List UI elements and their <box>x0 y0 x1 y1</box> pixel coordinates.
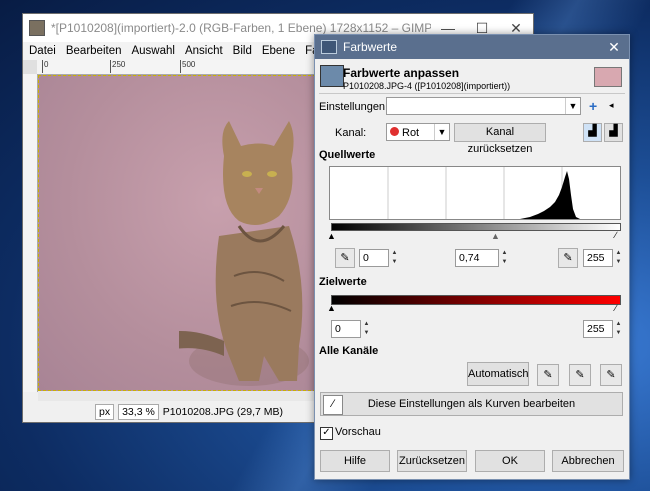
image-canvas[interactable] <box>38 75 336 391</box>
settings-label: Einstellungen: <box>319 101 389 113</box>
file-info: P1010208.JPG (29,7 MB) <box>162 406 284 418</box>
auto-button[interactable]: Automatisch <box>467 362 529 386</box>
chevron-down-icon: ▼ <box>565 98 580 114</box>
linear-histogram-icon[interactable]: ▟ <box>583 123 602 142</box>
gray-eyedropper-icon[interactable]: ✎ <box>569 364 591 386</box>
dialog-title-bar[interactable]: Farbwerte ✕ <box>315 35 629 59</box>
target-low-input[interactable]: 0 <box>331 320 361 338</box>
source-high-input[interactable]: 255 <box>583 249 613 267</box>
dialog-title: Farbwerte <box>343 40 398 54</box>
cancel-button[interactable]: Abbrechen <box>552 450 624 472</box>
ruler-tick-label: 500 <box>180 60 195 73</box>
low-output-handle[interactable]: ▲ <box>327 303 336 313</box>
help-button[interactable]: Hilfe <box>320 450 390 472</box>
chevron-down-icon: ▼ <box>434 124 449 140</box>
histogram <box>329 166 621 220</box>
spin-arrows-icon[interactable]: ▲ ▼ <box>390 249 399 267</box>
menu-bearbeiten[interactable]: Bearbeiten <box>66 45 122 57</box>
spin-arrows-icon[interactable]: ▲ ▼ <box>614 249 623 267</box>
horizontal-scrollbar[interactable] <box>38 391 328 401</box>
ruler-tick-label: 250 <box>110 60 125 73</box>
input-gradient <box>331 223 621 231</box>
all-channels-title: Alle Kanäle <box>319 345 379 357</box>
channel-label: Kanal: <box>335 127 367 139</box>
close-icon[interactable]: ✕ <box>599 39 629 56</box>
add-preset-icon[interactable]: + <box>589 98 597 114</box>
preview-label: Vorschau <box>335 426 381 438</box>
source-low-input[interactable]: 0 <box>359 249 389 267</box>
spin-arrows-icon[interactable]: ▲ ▼ <box>614 320 623 338</box>
image-thumbnail <box>594 67 622 87</box>
levels-dialog: Farbwerte ✕ Farbwerte anpassen P1010208.… <box>314 34 630 480</box>
target-section-title: Zielwerte <box>319 276 367 288</box>
reset-channel-button[interactable]: Kanal zurücksetzen <box>454 123 546 155</box>
levels-header-icon <box>320 65 344 87</box>
ruler-tick-label: 0 <box>42 60 48 73</box>
channel-combo[interactable]: Rot ▼ <box>386 123 450 141</box>
menu-ebene[interactable]: Ebene <box>262 45 295 57</box>
preset-menu-icon[interactable]: ◂ <box>609 100 614 111</box>
vertical-ruler[interactable] <box>23 74 38 392</box>
red-channel-icon <box>390 127 399 136</box>
spin-arrows-icon[interactable]: ▲ ▼ <box>362 320 371 338</box>
reset-button[interactable]: Zurücksetzen <box>397 450 467 472</box>
edit-as-curves-button[interactable]: ∕ Diese Einstellungen als Kurven bearbei… <box>320 392 623 416</box>
curves-icon: ∕ <box>323 395 343 415</box>
ruler-corner[interactable] <box>23 60 38 75</box>
levels-icon <box>321 40 337 54</box>
source-section-title: Quellwerte <box>319 149 376 161</box>
cat-photo <box>179 121 309 386</box>
unit-select[interactable]: px <box>95 404 115 420</box>
gimp-window-title: *[P1010208](importiert)-2.0 (RGB-Farben,… <box>51 21 431 35</box>
divider <box>319 93 625 94</box>
output-gradient <box>331 295 621 305</box>
menu-ansicht[interactable]: Ansicht <box>185 45 223 57</box>
menu-datei[interactable]: Datei <box>29 45 56 57</box>
white-point-picker-icon[interactable]: ✎ <box>558 248 578 268</box>
menu-auswahl[interactable]: Auswahl <box>131 45 174 57</box>
target-high-input[interactable]: 255 <box>583 320 613 338</box>
gimp-app-icon <box>29 20 45 36</box>
black-point-picker-icon[interactable]: ✎ <box>335 248 355 268</box>
log-histogram-icon[interactable]: ▟ <box>604 123 623 142</box>
dialog-subheading: P1010208.JPG-4 ([P1010208](importiert)) <box>343 81 511 91</box>
spin-arrows-icon[interactable]: ▲ ▼ <box>500 249 509 267</box>
low-input-handle[interactable]: ▲ <box>327 231 336 241</box>
black-eyedropper-icon[interactable]: ✎ <box>537 364 559 386</box>
menu-bild[interactable]: Bild <box>233 45 252 57</box>
zoom-select[interactable]: 33,3 % <box>118 404 159 420</box>
high-output-handle[interactable]: ∕ <box>615 303 617 313</box>
preview-checkbox[interactable]: ✓ <box>320 427 333 440</box>
dialog-heading: Farbwerte anpassen <box>343 66 460 80</box>
white-eyedropper-icon[interactable]: ✎ <box>600 364 622 386</box>
settings-combo[interactable]: ▼ <box>386 97 581 115</box>
gamma-input[interactable]: 0,74 <box>455 249 499 267</box>
ok-button[interactable]: OK <box>475 450 545 472</box>
gamma-handle[interactable]: ▲ <box>491 231 500 241</box>
high-input-handle[interactable]: ∕ <box>615 230 617 240</box>
